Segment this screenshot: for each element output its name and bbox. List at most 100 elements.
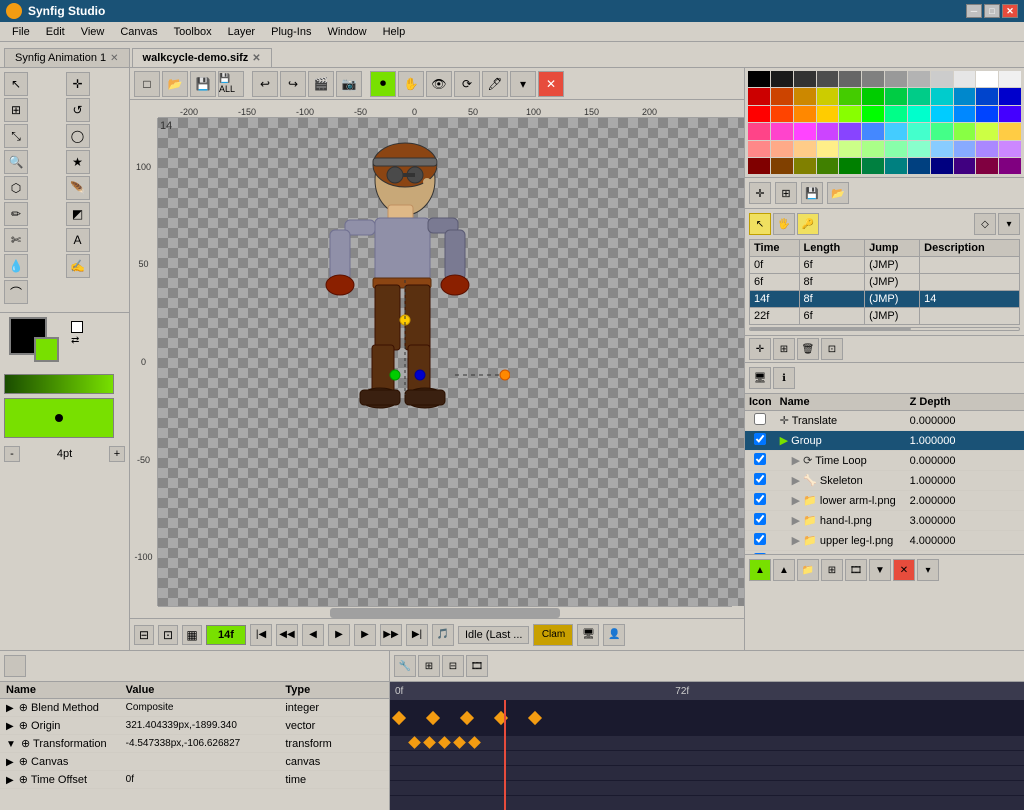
prop-expand-icon[interactable]: ▶: [6, 757, 14, 768]
tab-animation1[interactable]: Synfig Animation 1 ✕: [4, 48, 130, 67]
save-btn[interactable]: 💾: [190, 71, 216, 97]
palette-color-cell[interactable]: [931, 158, 953, 174]
tool-draw[interactable]: ✏: [4, 202, 28, 226]
tl-diamond-4[interactable]: [453, 736, 466, 749]
layer-checkbox[interactable]: [754, 453, 766, 465]
palette-color-cell[interactable]: [771, 123, 793, 139]
close-button[interactable]: ✕: [1002, 4, 1018, 18]
layer-checkbox[interactable]: [754, 533, 766, 545]
palette-copy-btn[interactable]: ⊞: [775, 182, 797, 204]
tl-diamond-3[interactable]: [438, 736, 451, 749]
palette-color-cell[interactable]: [954, 88, 976, 104]
palette-color-cell[interactable]: [748, 106, 770, 122]
palette-color-cell[interactable]: [976, 106, 998, 122]
waypoint-row[interactable]: 14f 8f (JMP) 14: [750, 291, 1020, 308]
layer-group-btn[interactable]: 📁: [797, 559, 819, 581]
layer-up-btn[interactable]: ▲: [773, 559, 795, 581]
tool-mirror[interactable]: ◯: [66, 124, 90, 148]
palette-color-cell[interactable]: [862, 158, 884, 174]
palette-color-cell[interactable]: [817, 123, 839, 139]
waypoint-row[interactable]: 22f 6f (JMP): [750, 308, 1020, 325]
layer-row[interactable]: ▶ Group 1.000000: [745, 431, 1024, 451]
palette-color-cell[interactable]: [817, 158, 839, 174]
next-keyframe-btn[interactable]: ▶▶: [380, 624, 402, 646]
layer-delete-btn[interactable]: ✕: [893, 559, 915, 581]
waypoint-panel-btn[interactable]: ◇: [974, 213, 996, 235]
gradient-swatch[interactable]: [4, 374, 114, 394]
menu-help[interactable]: Help: [375, 24, 414, 40]
palette-color-cell[interactable]: [976, 141, 998, 157]
palette-color-cell[interactable]: [885, 106, 907, 122]
prop-expand-icon[interactable]: ▶: [6, 775, 14, 786]
palette-color-cell[interactable]: [771, 158, 793, 174]
waypoint-row[interactable]: 0f 6f (JMP): [750, 257, 1020, 274]
step-fwd-btn[interactable]: ▶: [354, 624, 376, 646]
tl-diamond-2[interactable]: [423, 736, 436, 749]
mode-btn-hand[interactable]: 🖐: [773, 213, 795, 235]
palette-color-cell[interactable]: [748, 123, 770, 139]
props-row[interactable]: ▼ ⊕ Transformation -4.547338px,-106.6268…: [0, 735, 389, 753]
props-row[interactable]: ▶ ⊕ Time Offset 0f time: [0, 771, 389, 789]
prop-cell-value[interactable]: -4.547338px,-106.626827: [120, 735, 280, 753]
palette-color-cell[interactable]: [748, 88, 770, 104]
prop-cell-value[interactable]: 321.404339px,-1899.340: [120, 717, 280, 735]
tool-scale[interactable]: ⤡: [4, 124, 28, 148]
more-btn[interactable]: ▾: [510, 71, 536, 97]
palette-color-cell[interactable]: [794, 123, 816, 139]
palette-color-cell[interactable]: [908, 141, 930, 157]
tool-transform[interactable]: ↖: [4, 72, 28, 96]
tool-fill[interactable]: ✍: [66, 254, 90, 278]
tab-walkcycle-close[interactable]: ✕: [252, 53, 260, 64]
tl-diamond-1[interactable]: [408, 736, 421, 749]
palette-color-cell[interactable]: [954, 71, 976, 87]
minimize-button[interactable]: ─: [966, 4, 982, 18]
palette-color-cell[interactable]: [794, 88, 816, 104]
palette-color-cell[interactable]: [999, 141, 1021, 157]
tab-animation1-close[interactable]: ✕: [110, 53, 118, 64]
canvas-hscrollbar[interactable]: [158, 606, 732, 618]
layer-checkbox[interactable]: [754, 513, 766, 525]
layer-render-btn[interactable]: 🎞: [845, 559, 867, 581]
tool-poly[interactable]: ⬡: [4, 176, 28, 200]
palette-color-cell[interactable]: [839, 106, 861, 122]
tool-text[interactable]: A: [66, 228, 90, 252]
tool-star[interactable]: ★: [66, 150, 90, 174]
palette-color-cell[interactable]: [885, 141, 907, 157]
pen-btn[interactable]: 🖊: [482, 71, 508, 97]
step-back-btn[interactable]: ◀: [302, 624, 324, 646]
palette-color-cell[interactable]: [976, 71, 998, 87]
tab-walkcycle[interactable]: walkcycle-demo.sifz ✕: [132, 48, 272, 67]
reset-colors-icon[interactable]: [71, 321, 83, 333]
palette-color-cell[interactable]: [976, 123, 998, 139]
palette-color-cell[interactable]: [839, 141, 861, 157]
palette-color-cell[interactable]: [885, 158, 907, 174]
palette-color-cell[interactable]: [794, 141, 816, 157]
record-btn[interactable]: ⏺: [370, 71, 396, 97]
prop-expand-icon[interactable]: ▼: [6, 739, 16, 750]
layout-btn[interactable]: ▦: [182, 625, 202, 645]
prop-cell-value[interactable]: 0f: [120, 771, 280, 789]
palette-color-cell[interactable]: [908, 158, 930, 174]
palette-color-cell[interactable]: [976, 88, 998, 104]
record2-btn[interactable]: 👤: [603, 624, 625, 646]
play-btn[interactable]: ▶: [328, 624, 350, 646]
palette-color-cell[interactable]: [999, 123, 1021, 139]
palette-color-cell[interactable]: [908, 106, 930, 122]
background-color[interactable]: [34, 337, 59, 362]
waypoint-scrollbar-thumb[interactable]: [750, 328, 911, 330]
bounce-btn[interactable]: ⊡: [158, 625, 178, 645]
palette-color-cell[interactable]: [954, 123, 976, 139]
new-layer-btn[interactable]: □: [134, 71, 160, 97]
hand-tool-btn[interactable]: ✋: [398, 71, 424, 97]
tool-paint[interactable]: ✄: [4, 228, 28, 252]
palette-color-cell[interactable]: [862, 88, 884, 104]
menu-layer[interactable]: Layer: [220, 24, 264, 40]
palette-color-cell[interactable]: [839, 71, 861, 87]
layer-row[interactable]: ▶ 🦴 Skeleton 1.000000: [745, 471, 1024, 491]
redo-btn[interactable]: ↪: [280, 71, 306, 97]
tool-erase[interactable]: ◩: [66, 202, 90, 226]
layer-row[interactable]: ▶ 📁 hand-l.png 3.000000: [745, 511, 1024, 531]
eye-btn[interactable]: 👁: [426, 71, 452, 97]
tool-rotate[interactable]: ↺: [66, 98, 90, 122]
palette-color-cell[interactable]: [794, 106, 816, 122]
